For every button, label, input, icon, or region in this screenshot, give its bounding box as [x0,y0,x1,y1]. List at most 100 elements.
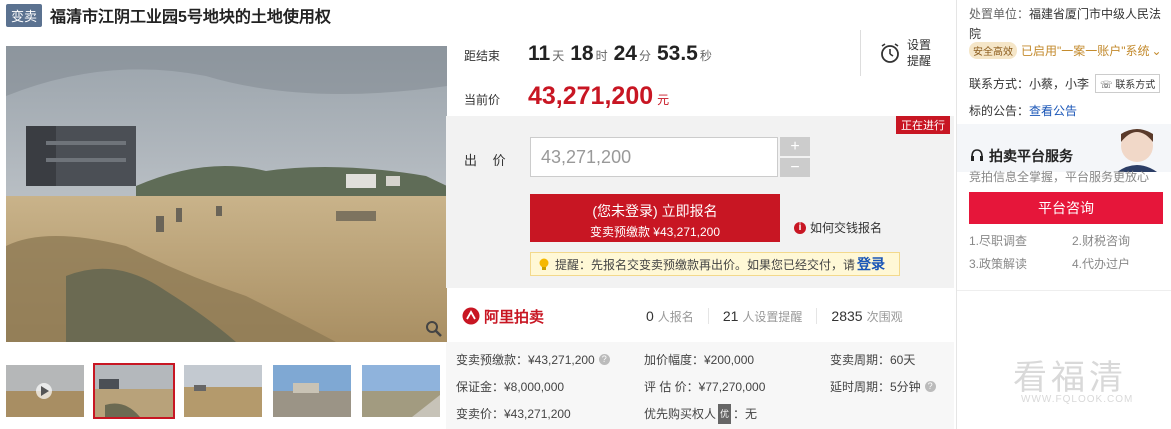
auction-terms: 变卖预缴款：¥43,271,200 ? 保证金：¥8,000,000 变卖价：¥… [446,342,954,429]
priority-buyer-item: 优先购买权人 优 ：无 [644,400,765,427]
info-icon: i [794,221,806,234]
reminder-line1: 设置 [907,38,932,52]
terms-col-3: 变卖周期：60天 延时周期：5分钟 ? [830,346,936,400]
stat-signups-num: 0 [646,308,654,324]
countdown-seconds: 53.5 [656,42,698,65]
contact-button-label: 联系方式 [1115,80,1156,91]
safety-row[interactable]: 安全高效 已启用"一案一账户"系统 ⌄ [969,42,1162,59]
login-tip: 提醒：先报名交变卖预缴款再出价。如果您已经交付，请 登录 [530,252,900,276]
signup-button-deposit: 变卖预缴款 ¥43,271,200 [589,225,721,239]
watermark: 看福清 [1013,359,1127,397]
page-title: 福清市江阴工业园5号地块的土地使用权 [50,9,331,26]
thumbnail-3[interactable] [184,365,262,417]
service-title: 拍卖平台服务 [989,148,1073,164]
bid-panel: 正在进行 出 价 43,271,200 + − (您未登录) 立即报名 变卖预缴… [446,116,954,288]
stat-reminders-num: 21 [722,308,739,324]
signup-button[interactable]: (您未登录) 立即报名 变卖预缴款 ¥43,271,200 [530,194,780,242]
service-item[interactable]: 3.政策解读 [969,255,1072,272]
how-to-pay-link[interactable]: i 如何交钱报名 [794,219,882,236]
thumbnail-5[interactable] [362,365,440,417]
countdown-days: 11 [528,42,551,65]
bid-stepper: + − [780,137,810,179]
platform-name: 阿里拍卖 [484,308,545,326]
court-label: 处置单位： [969,7,1030,21]
deposit-text: 变卖预缴款：¥43,271,200 [456,352,595,367]
auction-page: 变卖 福清市江阴工业园5号地块的土地使用权 距结束 11 天 18 时 24 分… [0,0,1171,429]
increment-item: 加价幅度：¥200,000 [644,352,755,367]
announce-label: 标的公告： [969,104,1030,118]
consult-button[interactable]: 平台咨询 [969,192,1163,224]
set-reminder-button[interactable]: 设置 提醒 [860,30,954,76]
countdown-hours-unit: 时 [595,49,608,63]
sale-period-item: 变卖周期：60天 [830,352,916,367]
sale-type-badge: 变卖 [6,3,43,27]
right-panel: 处置单位：福建省厦门市中级人民法院 安全高效 已启用"一案一账户"系统 ⌄ 联系… [956,0,1171,429]
help-icon[interactable]: ? [598,354,610,365]
contact-label: 联系方式：小蔡，小李 [969,77,1090,91]
zoom-icon[interactable] [425,320,443,338]
sale-price-item: 变卖价：¥43,271,200 [456,406,571,421]
current-price-label: 当前价 [464,93,501,107]
priority-badge: 优 [718,403,732,424]
thumbnail-video[interactable] [6,365,84,417]
chevron-down-icon: ⌄ [1151,43,1162,58]
service-item[interactable]: 1.尽职调查 [969,232,1072,249]
how-to-pay-label: 如何交钱报名 [810,221,883,235]
phone-icon: ☏ [1100,80,1113,91]
reminder-line2: 提醒 [907,54,932,68]
priority-buyer-value: ：无 [733,406,758,421]
set-reminder-label: 设置 提醒 [907,37,931,69]
help-icon[interactable]: ? [924,381,936,392]
login-link[interactable]: 登录 [857,254,885,274]
headset-icon [971,149,983,161]
view-announcement-link[interactable]: 查看公告 [1029,104,1077,118]
service-item[interactable]: 2.财税咨询 [1072,232,1169,249]
watermark-url: WWW.FQLOOK.COM [1021,394,1134,405]
priority-buyer-label: 优先购买权人 [644,406,717,421]
court-info: 处置单位：福建省厦门市中级人民法院 [969,4,1169,44]
thumbnail-strip [6,363,451,419]
terms-col-1: 变卖预缴款：¥43,271,200 ? 保证金：¥8,000,000 变卖价：¥… [456,346,610,427]
stat-reminders-text: 人设置提醒 [742,310,803,324]
countdown-minutes: 24 [613,42,637,65]
increase-bid-button[interactable]: + [780,137,810,156]
status-badge: 正在进行 [896,116,950,134]
deposit-item: 变卖预缴款：¥43,271,200 ? [456,346,610,373]
contact-button[interactable]: ☏ 联系方式 [1095,74,1161,93]
title-row: 变卖 福清市江阴工业园5号地块的土地使用权 [6,3,331,27]
bid-input[interactable]: 43,271,200 [530,137,778,177]
ali-auction-logo: 阿里拍卖 [462,306,632,327]
signup-button-label: (您未登录) 立即报名 [592,203,718,219]
countdown-label: 距结束 [464,49,501,63]
stats-row: 阿里拍卖 0 人报名 21 人设置提醒 2835 次围观 [446,296,954,336]
delay-period-text: 延时周期：5分钟 [830,379,921,394]
service-list: 1.尽职调查 2.财税咨询 3.政策解读 4.代办过户 [969,232,1169,272]
stat-views-num: 2835 [831,308,863,324]
countdown-minutes-unit: 分 [638,49,651,63]
countdown-days-unit: 天 [552,49,565,63]
thumbnail-4[interactable] [273,365,351,417]
service-title-row: 拍卖平台服务 [969,146,1073,166]
countdown-hours: 18 [570,42,594,65]
stat-views-text: 次围观 [866,310,903,324]
guarantee-item: 保证金：¥8,000,000 [456,379,565,394]
decrease-bid-button[interactable]: − [780,158,810,177]
divider [957,290,1171,291]
thumbnail-selected[interactable] [93,363,175,419]
service-item[interactable]: 4.代办过户 [1072,255,1169,272]
bid-label: 出 价 [464,153,512,168]
stat-signups-text: 人报名 [657,310,694,324]
lightbulb-icon [539,258,549,270]
alarm-clock-icon [881,43,899,63]
contact-row: 联系方式：小蔡，小李 ☏ 联系方式 [969,74,1161,93]
safe-badge: 安全高效 [969,42,1017,59]
countdown: 距结束 11 天 18 时 24 分 53.5 秒 [464,42,718,66]
platform-service-card: 拍卖平台服务 竞拍信息全掌握，平台服务更放心 平台咨询 1.尽职调查 2.财税咨… [957,124,1171,288]
announcement-row: 标的公告：查看公告 [969,102,1077,119]
delay-period-item: 延时周期：5分钟 ? [830,373,936,400]
tip-text: 提醒：先报名交变卖预缴款再出价。如果您已经交付，请 [555,257,856,272]
land-photo [6,46,447,342]
main-photo[interactable] [6,46,447,342]
stat-views: 2835 次围观 [817,308,916,324]
appraisal-item: 评 估 价：¥77,270,000 [644,379,766,394]
